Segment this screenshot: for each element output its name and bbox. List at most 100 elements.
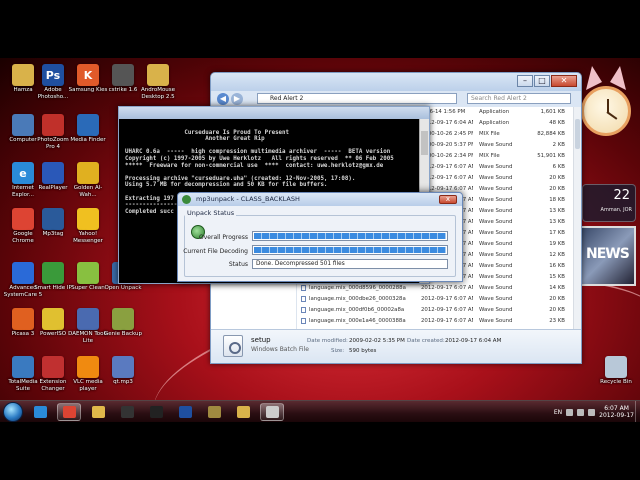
desktop-icon-label: cstrike 1.6 [108, 87, 138, 93]
details-created-key: Date created: [407, 338, 445, 344]
desktop-icon-label: Mp3tag [42, 231, 64, 237]
clock-gadget[interactable] [581, 86, 631, 136]
file-icon [301, 296, 306, 302]
file-date: 2012-09-17 6:07 AM [421, 318, 473, 324]
console-titlebar[interactable] [119, 107, 429, 119]
weather-gadget[interactable]: 22 Amman, JOR [582, 184, 636, 222]
desktop-icon[interactable]: Ps Adobe Photosho... [33, 64, 73, 100]
desktop-icon[interactable]: K Samsung Kies [68, 64, 108, 94]
file-size: 14 KB [549, 285, 565, 291]
taskbar-button-cmd[interactable] [144, 403, 168, 421]
file-row[interactable]: language.mix_000d8596_0000288a 2012-09-17… [297, 283, 573, 293]
console-line: UHARC 0.6a ----- high compression multim… [125, 149, 391, 156]
desktop-icon-label: VLC media player [73, 379, 103, 392]
app-icon [42, 308, 64, 330]
app-icon: K [77, 64, 99, 86]
file-name: language.mix_000d8596_0000288a [309, 285, 406, 291]
tray-arrow-icon[interactable] [566, 408, 574, 416]
show-desktop-button[interactable] [635, 401, 640, 423]
file-size: 12 KB [549, 252, 565, 258]
photo-gadget[interactable]: NEWS [580, 226, 636, 286]
file-row[interactable]: language.mix_000df0b6_00002a8a 2012-09-17… [297, 305, 573, 315]
desktop[interactable]: Hamza Ps Adobe Photosho... K Samsung Kies cst… [0, 58, 640, 400]
desktop-icon[interactable]: Super Clean [68, 262, 108, 292]
app-icon [77, 308, 99, 330]
file-type: Wave Sound [479, 263, 513, 269]
desktop-icon[interactable]: PowerISO [33, 308, 73, 338]
address-input[interactable]: Red Alert 2 [257, 93, 457, 104]
tray-time: 6:07 AM [604, 404, 629, 412]
details-size-key: Size: [331, 348, 345, 354]
file-type: MIX File [479, 153, 500, 159]
app-icon [77, 262, 99, 284]
file-list-scrollbar[interactable] [573, 107, 581, 329]
desktop-icon[interactable]: PhotoZoom Pro 4 [33, 114, 73, 150]
file-type: Application [479, 120, 510, 126]
status-text-field: Done. Decompressed 501 files [252, 259, 448, 269]
file-size: 16 KB [549, 263, 565, 269]
taskbar-button-chrome[interactable] [57, 403, 81, 421]
desktop-icon[interactable]: Extension Changer [33, 356, 73, 392]
desktop-icon[interactable]: Genie Backup [103, 308, 143, 338]
taskbar-button-explorer[interactable] [86, 403, 110, 421]
scrollbar-thumb[interactable] [575, 119, 580, 149]
desktop-icon[interactable]: DAEMON Tools Lite [68, 308, 108, 344]
file-row[interactable]: language.mix_000e1a46_0000388a 2012-09-17… [297, 316, 573, 326]
unpack-status-group-label: Unpack Status [185, 209, 237, 217]
console-scrollbar-thumb[interactable] [421, 131, 428, 155]
language-indicator[interactable]: EN [554, 409, 562, 416]
desktop-icon-label: Extension Changer [39, 379, 67, 392]
desktop-icon-label: Samsung Kies [68, 87, 108, 93]
desktop-icon[interactable]: Media Finder [68, 114, 108, 144]
desktop-icon-label: Recycle Bin [600, 379, 632, 385]
unpack-close-button[interactable]: x [439, 195, 457, 204]
taskbar-button-ie[interactable] [28, 403, 52, 421]
desktop-icon[interactable]: AndroMouse Desktop 2.5 [138, 64, 178, 100]
file-type: Wave Sound [479, 208, 513, 214]
file-type: Wave Sound [479, 274, 513, 280]
taskbar-button-archive[interactable] [202, 403, 226, 421]
desktop-icon-label: Yahoo! Messenger [73, 231, 103, 244]
file-size: 15 KB [549, 274, 565, 280]
batch-file-icon [223, 335, 243, 357]
desktop-icon[interactable]: Golden Al-Wah... [68, 162, 108, 198]
maximize-button[interactable]: □ [534, 75, 550, 87]
taskbar-button-photoshop[interactable] [173, 403, 197, 421]
network-icon[interactable] [577, 408, 585, 416]
desktop-icon[interactable]: cstrike 1.6 [103, 64, 143, 94]
desktop-icon-label: qt.mp3 [113, 379, 133, 385]
close-button[interactable]: ✕ [551, 75, 577, 87]
file-type: Wave Sound [479, 175, 513, 181]
search-input[interactable]: Search Red Alert 2 [467, 93, 571, 104]
file-size: 20 KB [549, 175, 565, 181]
taskbar-button-mp3unpack[interactable] [260, 403, 284, 421]
explorer-icon [91, 406, 105, 418]
file-type: Wave Sound [479, 186, 513, 192]
volume-icon[interactable] [588, 408, 596, 416]
desktop-icon[interactable]: qt.mp3 [103, 356, 143, 386]
file-size: 51,901 KB [537, 153, 565, 159]
app-icon [112, 308, 134, 330]
start-button[interactable] [3, 402, 23, 422]
app-icon [12, 262, 34, 284]
taskbar-button-console[interactable] [115, 403, 139, 421]
explorer-titlebar[interactable]: – □ ✕ [211, 73, 581, 91]
taskbar-button-explorer2[interactable] [231, 403, 255, 421]
desktop-icon[interactable]: RealPlayer [33, 162, 73, 192]
desktop-icon[interactable]: Yahoo! Messenger [68, 208, 108, 244]
tray-clock[interactable]: 6:07 AM 2012-09-17 [599, 405, 634, 420]
back-arrow-icon[interactable]: ◀ [217, 93, 229, 105]
forward-arrow-icon[interactable]: ▶ [231, 93, 243, 105]
console-line: Copyright (c) 1997-2005 by Uwe Herklotz … [125, 155, 394, 162]
file-row[interactable]: language.mix_000dbe26_0000328a 2012-09-17… [297, 294, 573, 304]
minimize-button[interactable]: – [517, 75, 533, 87]
desktop-icon[interactable]: Smart Hide IP [33, 262, 73, 292]
mp3unpack-app-icon [182, 195, 191, 204]
desktop-icon[interactable]: Mp3tag [33, 208, 73, 238]
desktop-icon[interactable]: VLC media player [68, 356, 108, 392]
desktop-icon[interactable]: Recycle Bin [596, 356, 636, 386]
app-icon [77, 208, 99, 230]
unpack-titlebar[interactable]: mp3unpack - CLASS_BACKLASH x [178, 193, 462, 206]
